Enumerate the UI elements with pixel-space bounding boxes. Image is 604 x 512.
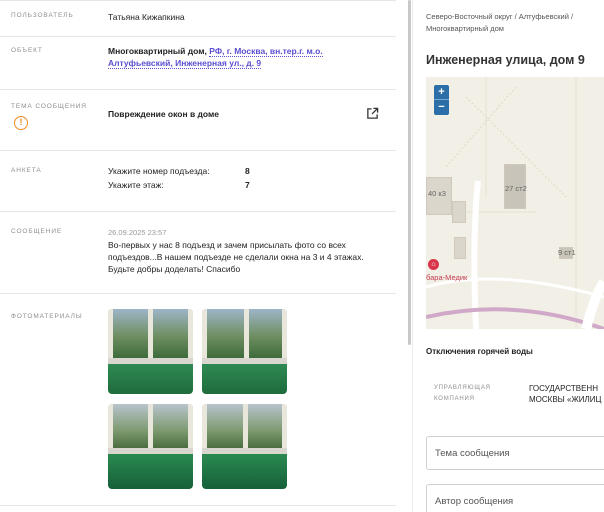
survey-question: Укажите этаж: <box>108 180 164 190</box>
message-line: Во-первых у нас 8 подъезд и зачем присыл… <box>108 240 346 250</box>
photo-thumbnail[interactable] <box>202 404 287 489</box>
breadcrumb-item[interactable]: Многоквартирный дом <box>426 24 504 33</box>
warning-icon: ! <box>14 116 28 130</box>
topic-label: Тема сообщения <box>11 103 87 110</box>
survey-answer: 7 <box>245 180 250 190</box>
survey-label: Анкета <box>11 167 42 174</box>
map-building <box>452 201 466 223</box>
map-label: 40 к3 <box>428 189 446 198</box>
map-zoom-control[interactable]: + − <box>434 85 449 115</box>
management-value-line: ГОСУДАРСТВЕНН <box>529 384 598 393</box>
photo-thumbnail[interactable] <box>202 309 287 394</box>
management-value: ГОСУДАРСТВЕНН МОСКВЫ «ЖИЛИЦ <box>529 383 601 405</box>
scrollbar[interactable] <box>408 0 411 345</box>
divider <box>0 293 396 294</box>
photo-thumbnail[interactable] <box>108 404 193 489</box>
divider <box>0 150 396 151</box>
survey-answer: 8 <box>245 166 250 176</box>
message-line: подъездов...В нашем подъезде не сделали … <box>108 252 364 262</box>
object-value: Многоквартирный дом, РФ, г. Москва, вн.т… <box>108 45 323 69</box>
zoom-in-button[interactable]: + <box>434 85 449 100</box>
survey-question: Укажите номер подъезда: <box>108 166 210 176</box>
message-text: Во-первых у нас 8 подъезд и зачем присыл… <box>108 239 364 275</box>
management-label-line: компания <box>434 396 475 402</box>
management-value-line: МОСКВЫ «ЖИЛИЦ <box>529 395 602 404</box>
map-poi-label: бара-Медик <box>426 273 468 282</box>
topic-input[interactable]: Тема сообщения <box>426 436 604 470</box>
appeal-details: Пользователь Татьяна Кижапкина Объект Мн… <box>0 0 396 512</box>
user-label: Пользователь <box>11 12 74 19</box>
message-line: Будьте добры доделать! Спасибо <box>108 264 241 274</box>
external-link-icon[interactable] <box>366 107 379 120</box>
object-sidebar: Северо-Восточный округ / Алтуфьевский / … <box>426 0 604 512</box>
user-name: Татьяна Кижапкина <box>108 12 185 22</box>
management-label-line: Управляющая <box>434 385 491 391</box>
breadcrumb-path[interactable]: Северо-Восточный округ / Алтуфьевский / <box>426 12 573 21</box>
breadcrumb[interactable]: Северо-Восточный округ / Алтуфьевский / … <box>426 11 604 35</box>
map-label: 27 ст2 <box>505 184 527 193</box>
divider <box>0 505 396 506</box>
map[interactable]: + − 40 к3 27 ст2 9 ст1 ⌂ бара-Медик <box>426 77 604 329</box>
management-label: Управляющая компания <box>434 383 491 405</box>
object-address-link[interactable]: РФ, г. Москва, вн.тер.г. м.о. <box>209 46 323 57</box>
column-divider <box>412 0 413 512</box>
object-type: Многоквартирный дом, <box>108 46 207 56</box>
message-label: Сообщение <box>11 228 63 235</box>
object-label: Объект <box>11 47 43 54</box>
top-divider <box>0 0 396 1</box>
map-poi-icon[interactable]: ⌂ <box>428 259 439 270</box>
map-label: 9 ст1 <box>558 248 576 257</box>
divider <box>0 36 396 37</box>
photo-thumbnail[interactable] <box>108 309 193 394</box>
topic-value: Повреждение окон в доме <box>108 109 220 119</box>
map-building <box>454 237 466 259</box>
divider <box>0 211 396 212</box>
outage-heading: Отключения горячей воды <box>426 347 533 356</box>
object-title: Инженерная улица, дом 9 <box>426 53 585 67</box>
photos-label: Фотоматериалы <box>11 313 83 320</box>
divider <box>0 89 396 90</box>
object-address-link-cont[interactable]: Алтуфьевский, Инженерная ул., д. 9 <box>108 58 262 69</box>
zoom-out-button[interactable]: − <box>434 100 449 115</box>
message-date: 26.09.2025 23:57 <box>108 228 167 237</box>
author-input[interactable]: Автор сообщения <box>426 484 604 512</box>
